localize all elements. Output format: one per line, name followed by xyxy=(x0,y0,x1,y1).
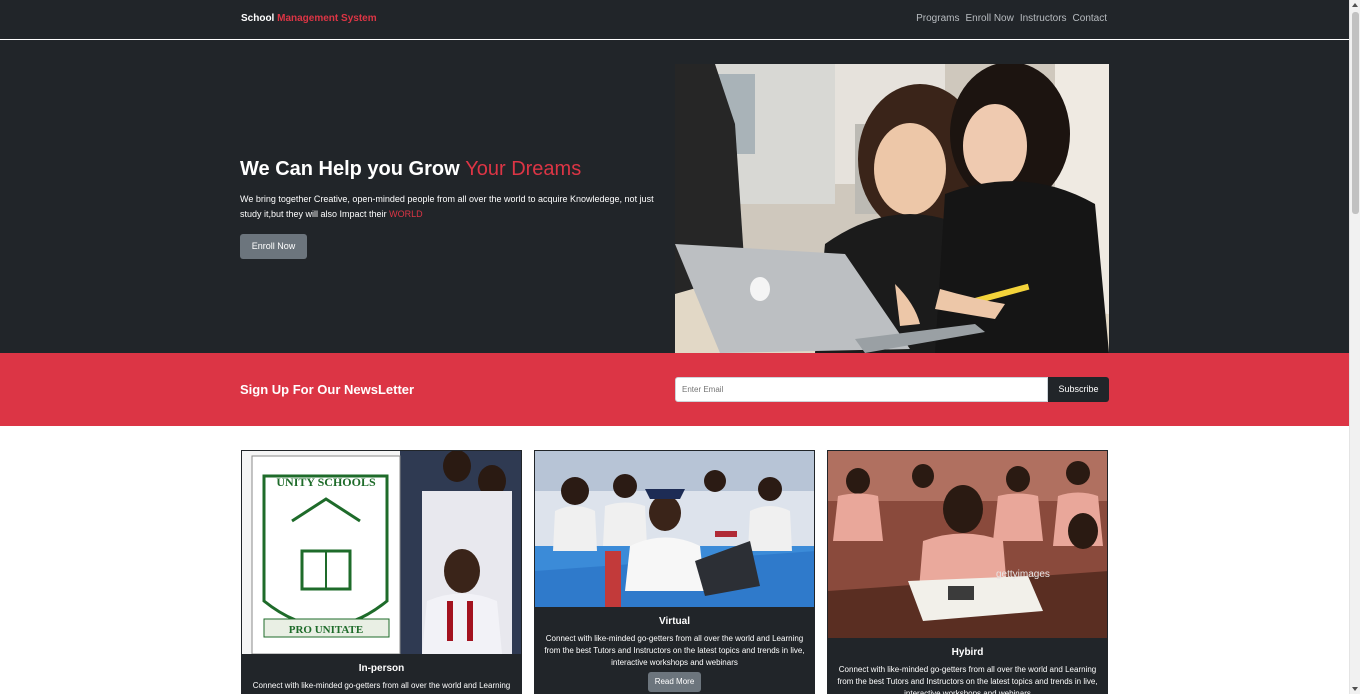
card-title-in-person: In-person xyxy=(358,663,405,674)
scroll-down-arrow-icon[interactable] xyxy=(1352,687,1358,691)
scrollbar-thumb[interactable] xyxy=(1352,12,1359,214)
card-image-virtual xyxy=(535,451,814,607)
hero-title-highlight: Your Dreams xyxy=(465,158,582,180)
card-text-in-person: Connect with like-minded go-getters from… xyxy=(251,681,511,694)
page-scrollbar[interactable] xyxy=(1349,0,1360,694)
nav-link-enroll-now[interactable]: Enroll Now xyxy=(965,13,1013,24)
hero-section: We Can Help you Grow Your Dreams We brin… xyxy=(0,40,1349,353)
program-card-hybird: gettyimages Hybird Connect with like-min… xyxy=(827,450,1108,694)
card-title-virtual: Virtual xyxy=(659,616,690,627)
hero-description: We bring together Creative, open-minded … xyxy=(240,192,670,222)
subscribe-button[interactable]: Subscribe xyxy=(1048,377,1109,402)
card-text-hybird: Connect with like-minded go-getters from… xyxy=(837,665,1098,694)
brand-logo[interactable]: School Management System xyxy=(241,13,377,24)
card-text-virtual: Connect with like-minded go-getters from… xyxy=(544,634,805,667)
navbar: School Management System Programs Enroll… xyxy=(0,0,1349,40)
hero-description-highlight: WORLD xyxy=(389,209,423,219)
email-input[interactable] xyxy=(675,377,1048,402)
hero-title: We Can Help you Grow Your Dreams xyxy=(240,158,670,181)
newsletter-title: Sign Up For Our NewsLetter xyxy=(240,382,415,397)
program-card-virtual: Virtual Connect with like-minded go-gett… xyxy=(534,450,815,694)
brand-subtitle: Management System xyxy=(277,13,377,24)
card-image-hybird: gettyimages xyxy=(828,451,1107,638)
hero-title-main: We Can Help you Grow xyxy=(240,158,460,180)
card-image-in-person: UNITY SCHOOLS PRO UNITATE xyxy=(242,451,521,654)
card-logo-text-bottom: PRO UNITATE xyxy=(289,624,363,636)
nav-menu: Programs Enroll Now Instructors Contact xyxy=(916,13,1107,24)
enroll-now-button[interactable]: Enroll Now xyxy=(240,234,307,259)
card-title-hybird: Hybird xyxy=(951,647,984,658)
program-card-in-person: UNITY SCHOOLS PRO UNITATE In-person Conn… xyxy=(241,450,522,694)
card-logo-text-top: UNITY SCHOOLS xyxy=(276,475,376,489)
read-more-button[interactable]: Read More xyxy=(648,672,701,692)
brand-name: School xyxy=(241,13,275,24)
hero-text-block: We Can Help you Grow Your Dreams We brin… xyxy=(240,158,670,259)
nav-link-instructors[interactable]: Instructors xyxy=(1020,13,1067,24)
nav-link-programs[interactable]: Programs xyxy=(916,13,959,24)
card-image-watermark: gettyimages xyxy=(996,569,1050,580)
hero-description-text: We bring together Creative, open-minded … xyxy=(240,194,654,219)
newsletter-section: Sign Up For Our NewsLetter Subscribe xyxy=(0,353,1349,426)
scroll-up-arrow-icon[interactable] xyxy=(1352,3,1358,7)
hero-image xyxy=(675,64,1109,353)
nav-link-contact[interactable]: Contact xyxy=(1073,13,1107,24)
